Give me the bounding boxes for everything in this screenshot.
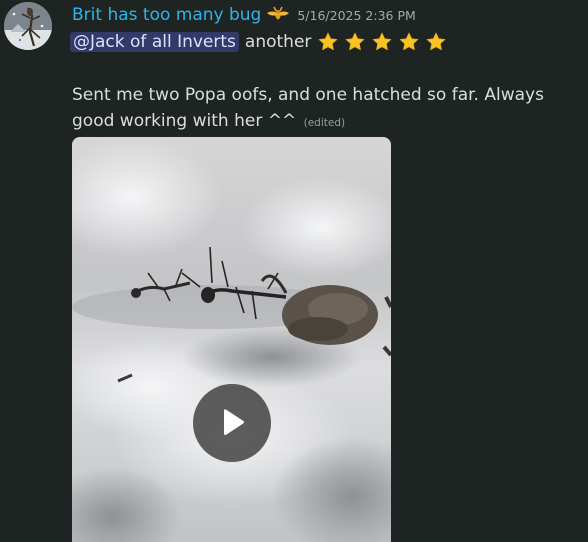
message-body: Sent me two Popa oofs, and one hatched s… [72,82,580,136]
message-first-line: @Jack of all Inverts another [70,30,447,54]
username[interactable]: Brit has too many bug [72,5,261,25]
star-icon [319,32,338,51]
user-mention[interactable]: @Jack of all Inverts [70,32,239,52]
star-emoji-group [317,31,447,53]
star-icon [400,32,419,51]
bug-role-icon[interactable] [265,4,291,26]
user-avatar[interactable] [4,2,52,50]
play-button[interactable] [193,384,271,462]
star-icon [373,32,392,51]
video-attachment[interactable] [72,137,391,542]
chat-message: Brit has too many bug 5/16/2025 2:36 PM … [0,0,588,542]
star-icon [346,32,365,51]
edited-label: (edited) [303,117,346,129]
message-header: Brit has too many bug 5/16/2025 2:36 PM [72,4,416,26]
star-icon [427,32,446,51]
message-timestamp: 5/16/2025 2:36 PM [297,7,416,23]
message-text-fragment: another [244,32,312,52]
play-icon [224,409,244,436]
